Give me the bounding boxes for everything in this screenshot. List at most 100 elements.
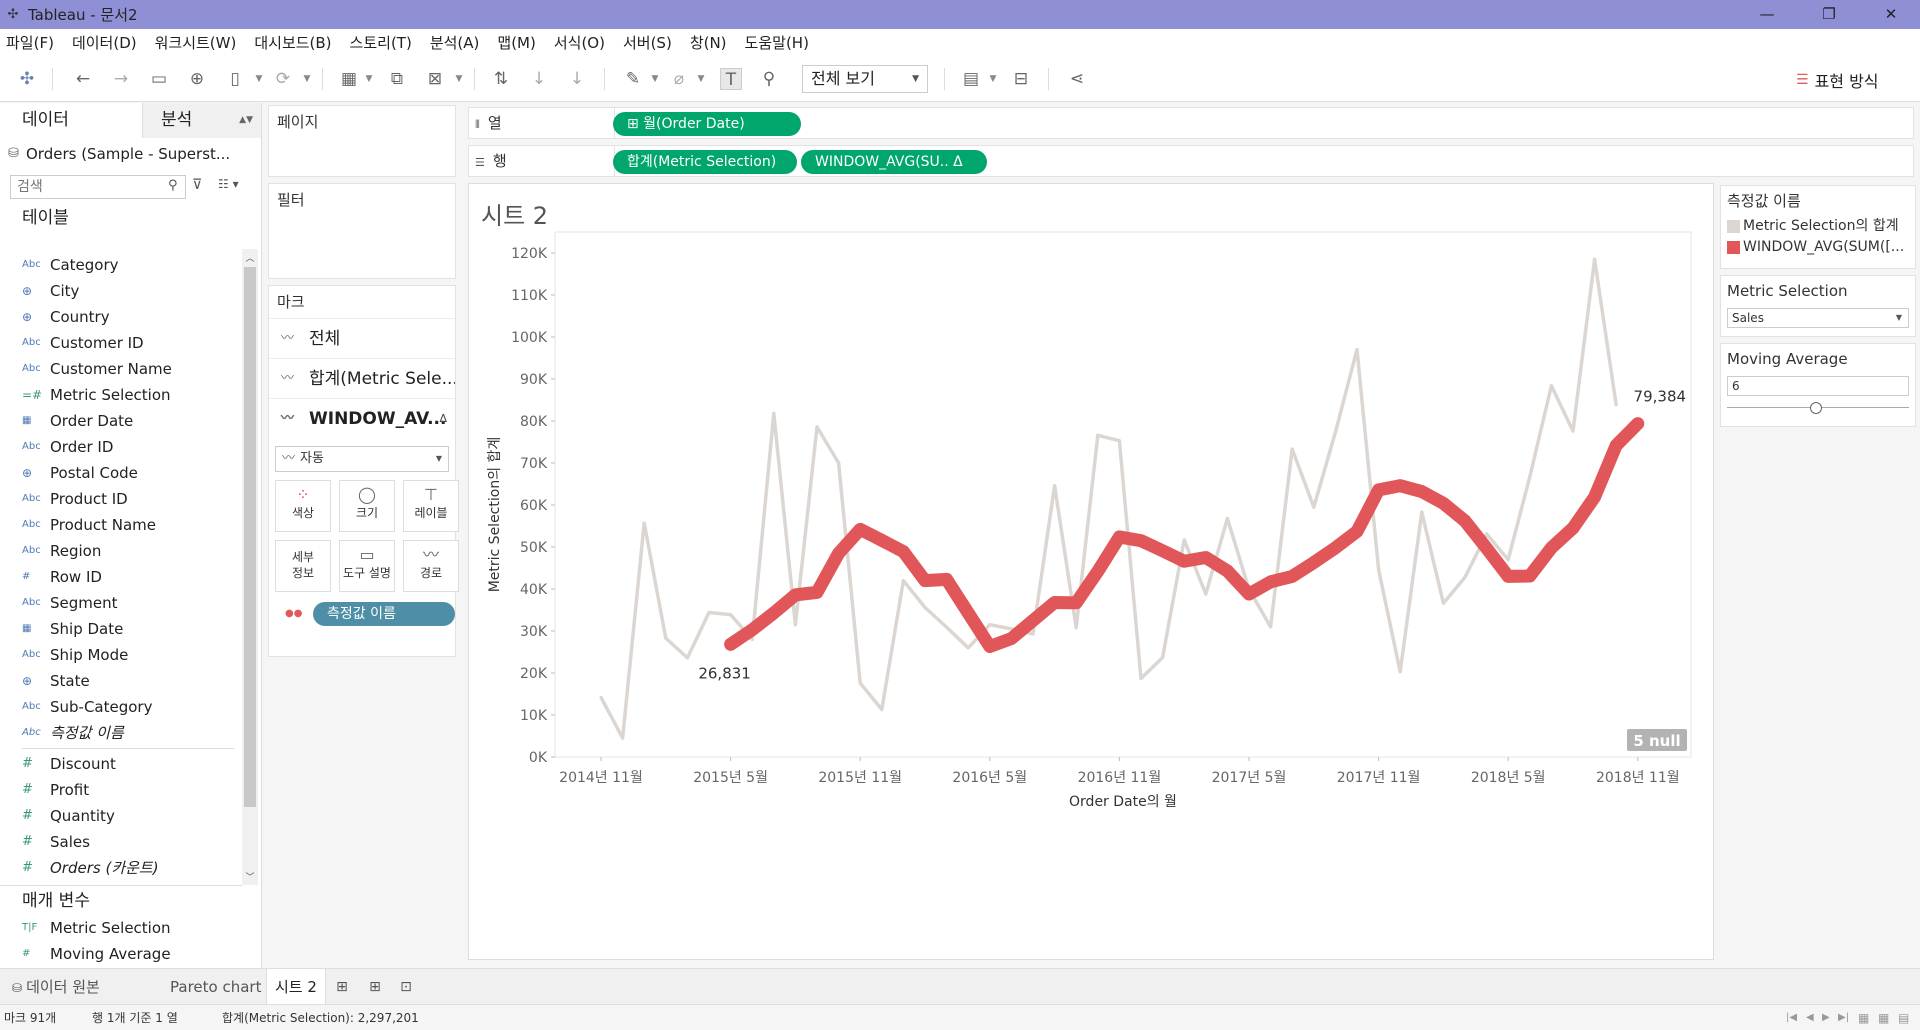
path-button[interactable]: 〰 경로 <box>403 540 459 592</box>
data-point[interactable] <box>642 521 646 525</box>
menu-window[interactable]: 창(N) <box>690 32 727 53</box>
data-point[interactable] <box>1420 490 1424 494</box>
data-point[interactable] <box>1161 549 1165 553</box>
scrollbar-thumb[interactable] <box>244 267 256 807</box>
detail-button[interactable]: 세부 정보 <box>275 540 331 592</box>
new-worksheet-icon[interactable]: ▦ <box>338 68 360 90</box>
data-point[interactable] <box>685 656 689 660</box>
show-mark-labels-icon[interactable]: T <box>720 68 742 90</box>
mark-type-dropdown[interactable]: 〰 자동 ▼ <box>275 446 449 472</box>
highlight-caret-icon[interactable]: ▼ <box>650 68 660 90</box>
data-point[interactable] <box>1312 505 1316 509</box>
data-point[interactable] <box>1182 538 1186 542</box>
data-point[interactable] <box>1506 558 1510 562</box>
field-customer-name[interactable]: Abc Customer Name <box>0 356 242 382</box>
scroll-down-icon[interactable]: ﹀ <box>242 870 258 883</box>
data-point[interactable] <box>1528 475 1532 479</box>
menu-story[interactable]: 스토리(T) <box>350 32 412 53</box>
field-discount[interactable]: # Discount <box>0 751 242 777</box>
data-point[interactable] <box>901 550 905 554</box>
field-state[interactable]: ⊕ State <box>0 668 242 694</box>
menu-server[interactable]: 서버(S) <box>623 32 672 53</box>
clear-sheet-caret-icon[interactable]: ▼ <box>454 68 464 90</box>
menu-worksheet[interactable]: 워크시트(W) <box>155 32 237 53</box>
refresh-caret-icon[interactable]: ▼ <box>302 68 312 90</box>
tab-analysis[interactable]: 분석 ▲▼ <box>142 103 261 138</box>
columns-shelf[interactable]: ⦀ 열 ⊞ 월(Order Date) <box>468 107 1914 139</box>
data-point[interactable] <box>793 593 797 597</box>
data-point[interactable] <box>1506 574 1510 578</box>
field-item[interactable]: Abc 측정값 이름 <box>0 720 242 746</box>
data-point[interactable] <box>1377 488 1381 492</box>
data-point[interactable] <box>1139 539 1143 543</box>
minimize-icon[interactable]: — <box>1744 0 1790 29</box>
field-ship-mode[interactable]: Abc Ship Mode <box>0 642 242 668</box>
data-point[interactable] <box>923 579 927 583</box>
data-point[interactable] <box>880 538 884 542</box>
field-product-id[interactable]: Abc Product ID <box>0 486 242 512</box>
field-order-id[interactable]: Abc Order ID <box>0 434 242 460</box>
data-point[interactable] <box>1161 655 1165 659</box>
filters-card[interactable]: 필터 <box>268 183 456 279</box>
field-order-date[interactable]: ▦ Order Date <box>0 408 242 434</box>
field-metric-selection[interactable]: =# Metric Selection <box>0 382 242 408</box>
data-point[interactable] <box>858 681 862 685</box>
data-point[interactable] <box>1225 569 1229 573</box>
measure-names-pill[interactable]: 측정값 이름 <box>313 602 455 626</box>
metric-selection-dropdown[interactable]: Sales ▼ <box>1727 308 1909 328</box>
field-region[interactable]: Abc Region <box>0 538 242 564</box>
data-point[interactable] <box>1420 510 1424 514</box>
data-point[interactable] <box>1463 519 1467 523</box>
window-avg-pill[interactable]: WINDOW_AVG(SU.. Δ <box>801 150 987 174</box>
next-sheet-icon[interactable]: ▶ <box>1822 1005 1830 1030</box>
data-point[interactable] <box>1182 559 1186 563</box>
data-point[interactable] <box>1117 439 1121 443</box>
field-sub-category[interactable]: Abc Sub-Category <box>0 694 242 720</box>
new-worksheet-icon[interactable]: ⊞ <box>333 978 351 996</box>
data-point[interactable] <box>1636 422 1640 426</box>
data-point[interactable] <box>1549 384 1553 388</box>
data-point[interactable] <box>1593 257 1597 261</box>
show-cards-caret-icon[interactable]: ▼ <box>988 68 998 90</box>
share-icon[interactable]: ⋖ <box>1066 68 1088 90</box>
data-point[interactable] <box>1096 433 1100 437</box>
scroll-up-icon[interactable]: ︿ <box>242 251 258 264</box>
data-point[interactable] <box>815 425 819 429</box>
data-point[interactable] <box>793 623 797 627</box>
data-point[interactable] <box>858 527 862 531</box>
data-point[interactable] <box>1333 546 1337 550</box>
first-sheet-icon[interactable]: |◀ <box>1786 1005 1797 1030</box>
field-city[interactable]: ⊕ City <box>0 278 242 304</box>
marks-metric-selection[interactable]: 〰 합계(Metric Sele... <box>269 358 455 398</box>
pages-card[interactable]: 페이지 <box>268 105 456 177</box>
data-point[interactable] <box>1204 556 1208 559</box>
color-button[interactable]: ⁘ 색상 <box>275 480 331 532</box>
data-point[interactable] <box>1247 592 1251 596</box>
data-point[interactable] <box>1441 501 1445 505</box>
show-me-button[interactable]: ☰ 표현 방식 <box>1796 68 1879 92</box>
redo-icon[interactable]: → <box>110 68 132 90</box>
field-country[interactable]: ⊕ Country <box>0 304 242 330</box>
data-point[interactable] <box>923 605 927 609</box>
data-point[interactable] <box>1269 625 1273 629</box>
data-point[interactable] <box>966 646 970 650</box>
data-point[interactable] <box>1290 574 1294 578</box>
menu-map[interactable]: 맵(M) <box>497 32 535 53</box>
pause-updates-icon[interactable]: ▯ <box>224 68 246 90</box>
field-profit[interactable]: # Profit <box>0 777 242 803</box>
search-icon[interactable]: ⚲ <box>168 178 178 193</box>
data-point[interactable] <box>1355 348 1359 352</box>
data-point[interactable] <box>1053 484 1057 488</box>
data-point[interactable] <box>664 636 668 640</box>
menu-file[interactable]: 파일(F) <box>6 32 54 53</box>
tab-data[interactable]: 데이터 <box>0 103 142 138</box>
data-point[interactable] <box>1009 637 1013 641</box>
menu-analysis[interactable]: 분석(A) <box>430 32 480 53</box>
data-point[interactable] <box>945 577 949 581</box>
month-order-date-pill[interactable]: ⊞ 월(Order Date) <box>613 112 801 136</box>
data-point[interactable] <box>1333 430 1337 434</box>
last-sheet-icon[interactable]: ▶| <box>1838 1005 1849 1030</box>
menu-data[interactable]: 데이터(D) <box>72 32 137 53</box>
data-point[interactable] <box>599 695 603 699</box>
data-point[interactable] <box>966 611 970 615</box>
